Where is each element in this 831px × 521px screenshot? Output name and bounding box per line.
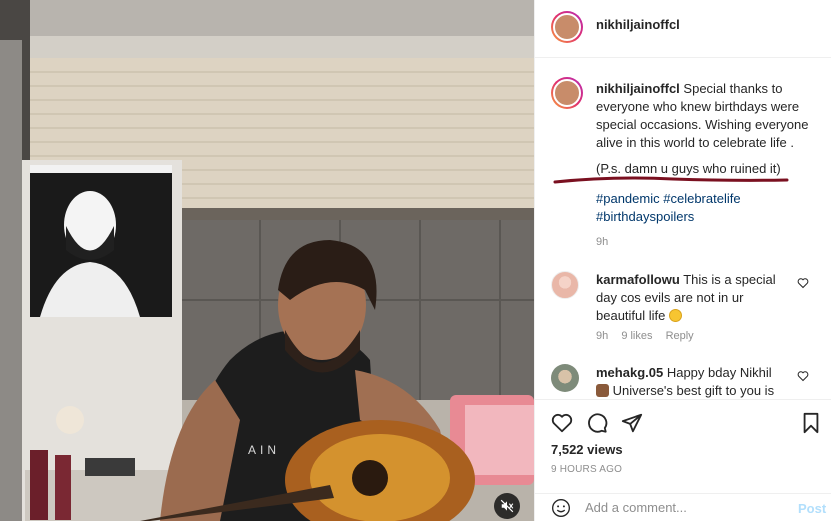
comment-text: karmafollowu This is a special day cos e… bbox=[596, 271, 791, 325]
caption-username-link[interactable]: nikhiljainoffcl bbox=[596, 81, 680, 96]
speaker-muted-icon bbox=[500, 499, 514, 513]
comment-icon[interactable] bbox=[586, 412, 608, 434]
video-frame: AIN bbox=[0, 0, 534, 521]
cake-emoji bbox=[596, 384, 609, 397]
caption-author-avatar[interactable] bbox=[553, 79, 581, 107]
post-header: nikhiljainoffcl bbox=[535, 0, 831, 58]
caption: nikhiljainoffcl Special thanks to everyo… bbox=[596, 80, 816, 152]
hand-drawn-underline bbox=[553, 176, 789, 184]
post-actions: 7,522 views 9 HOURS AGO bbox=[535, 399, 831, 495]
caption-time[interactable]: 9h bbox=[596, 236, 608, 248]
comment-likes[interactable]: 9 likes bbox=[621, 330, 652, 342]
view-count[interactable]: 7,522 views bbox=[551, 442, 623, 457]
commenter-username-link[interactable]: mehakg.05 bbox=[596, 365, 663, 380]
comment-meta: 9h 9 likes Reply bbox=[596, 330, 704, 342]
post-comment-button[interactable]: Post bbox=[798, 501, 826, 516]
caption-hashtags: #pandemic #celebratelife #birthdayspoile… bbox=[596, 190, 816, 226]
commenter-avatar[interactable] bbox=[551, 364, 579, 392]
smiley-icon[interactable] bbox=[551, 498, 571, 518]
add-comment-bar: Post bbox=[535, 493, 831, 521]
post-video[interactable]: AIN bbox=[0, 0, 534, 521]
hashtag-link[interactable]: #celebratelife bbox=[663, 191, 740, 206]
comment-body-continued: Universe's best gift to you is bbox=[612, 383, 775, 398]
author-avatar[interactable] bbox=[553, 13, 581, 41]
post-timestamp[interactable]: 9 HOURS AGO bbox=[551, 464, 622, 475]
reply-button[interactable]: Reply bbox=[666, 330, 694, 342]
hashtag-link[interactable]: #pandemic bbox=[596, 191, 660, 206]
comments-list[interactable]: nikhiljainoffcl Special thanks to everyo… bbox=[535, 59, 831, 399]
comment-body: Happy bday Nikhil bbox=[666, 365, 772, 380]
author-username-link[interactable]: nikhiljainoffcl bbox=[596, 17, 680, 32]
comment-heart-icon[interactable] bbox=[797, 370, 809, 382]
mute-toggle-button[interactable] bbox=[494, 493, 520, 519]
post-side-panel: nikhiljainoffcl nikhiljainoffcl Special … bbox=[534, 0, 831, 521]
hashtag-link[interactable]: #birthdayspoilers bbox=[596, 209, 694, 224]
svg-text:AIN: AIN bbox=[248, 443, 280, 457]
comment-input[interactable] bbox=[585, 500, 785, 515]
comment-text: mehakg.05 Happy bday Nikhil Universe's b… bbox=[596, 364, 791, 399]
bookmark-icon[interactable] bbox=[801, 412, 821, 434]
commenter-username-link[interactable]: karmafollowu bbox=[596, 272, 680, 287]
heart-icon[interactable] bbox=[551, 412, 573, 434]
paper-plane-icon[interactable] bbox=[621, 412, 643, 434]
commenter-avatar[interactable] bbox=[551, 271, 579, 299]
comment-time[interactable]: 9h bbox=[596, 330, 608, 342]
comment-heart-icon[interactable] bbox=[797, 277, 809, 289]
smiling-face-emoji bbox=[669, 309, 683, 322]
